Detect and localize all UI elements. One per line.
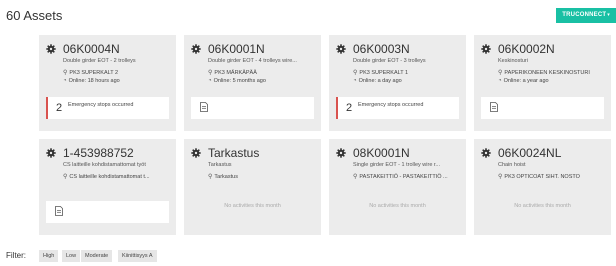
asset-location: ⚲ PK3 SUPERKALT 1 [353,69,462,76]
asset-grid: 06K0004N Double girder EOT - 2 trolleys … [39,35,616,237]
wifi-signal-icon: ◔ [63,78,67,84]
asset-card[interactable]: 08K0001N Single girder EOT - 1 trolley w… [329,139,466,235]
activity-alert[interactable]: 2 Emergency stops occurred [336,97,459,119]
page-header: 60 Assets TRUCONNECT▾ [0,0,616,32]
asset-card[interactable]: Tarkastus Tarkastus ⚲ Tarkastus No activi… [184,139,321,235]
gear-icon [336,148,346,158]
asset-location-text: PK3 OPTICOAT SIHT. NOSTO [504,174,580,180]
asset-status: ◔ Online: 5 months ago [208,78,317,84]
asset-status: ◔ Online: a day ago [353,78,462,84]
asset-card[interactable]: 06K0024NL Chain hoist ⚲ PK3 OPTICOAT SIHT… [474,139,611,235]
asset-location: ⚲ PK3 SUPERKALT 2 [63,69,172,76]
document-icon [55,206,63,216]
asset-card[interactable]: 06K0003N Double girder EOT - 3 trolleys … [329,35,466,131]
asset-card[interactable]: 06K0001N Double girder EOT - 4 trolleys … [184,35,321,131]
asset-status-text: Online: a year ago [503,78,549,84]
filter-chip-low[interactable]: Low [62,250,81,262]
asset-location-text: CS laitteille kohdistamattomat t... [69,174,150,180]
map-pin-icon: ⚲ [353,70,358,76]
asset-code: 06K0004N [63,42,120,56]
asset-code: 08K0001N [353,146,410,160]
asset-location-text: Tarkastus [214,174,238,180]
asset-description: Double girder EOT - 3 trolleys [353,58,426,64]
map-pin-icon: ⚲ [208,174,213,180]
map-pin-icon: ⚲ [353,174,358,180]
wifi-signal-icon: ◔ [498,78,502,84]
asset-code: 06K0003N [353,42,410,56]
asset-description: CS laitteille kohdistamattomat työt [63,162,146,168]
activity-report[interactable] [46,201,169,223]
no-activities-text: No activities this month [369,203,426,209]
asset-location-text: PK3 MÄRKÄPÄÄ [214,70,257,76]
wifi-signal-icon: ◔ [208,78,212,84]
asset-description: Single girder EOT - 1 trolley wire r... [353,162,441,168]
asset-location-text: PK3 SUPERKALT 1 [359,70,409,76]
alert-count: 2 [56,102,63,114]
map-pin-icon: ⚲ [208,70,213,76]
asset-status: ◔ Online: 18 hours ago [63,78,172,84]
asset-description: Tarkastus [208,162,232,168]
activity-report[interactable] [191,97,314,119]
alert-message: Emergency stops occurred [68,102,134,108]
asset-code: 06K0024NL [498,146,562,160]
alert-message: Emergency stops occurred [358,102,424,108]
gear-icon [481,148,491,158]
document-icon [200,102,208,112]
no-activities-text: No activities this month [514,203,571,209]
filter-chip-kiinittisyys[interactable]: Kiinittisyys A [118,250,157,262]
gear-icon [191,44,201,54]
asset-code: 06K0002N [498,42,555,56]
wifi-signal-icon: ◔ [353,78,357,84]
gear-icon [191,148,201,158]
asset-status: ◔ Online: a year ago [498,78,607,84]
document-icon [490,102,498,112]
gear-icon [46,148,56,158]
asset-code: Tarkastus [208,146,260,160]
map-pin-icon: ⚲ [498,70,503,76]
asset-status-text: Online: 18 hours ago [68,78,120,84]
asset-description: Double girder EOT - 2 trolleys [63,58,136,64]
gear-icon [481,44,491,54]
page-title: 60 Assets [6,8,63,23]
filter-chip-high[interactable]: High [39,250,59,262]
gear-icon [46,44,56,54]
filter-label: Filter: [6,251,26,260]
alert-count: 2 [346,102,353,114]
map-pin-icon: ⚲ [63,174,68,180]
gear-icon [336,44,346,54]
filter-chip-moderate[interactable]: Moderate [81,250,113,262]
chevron-down-icon: ▾ [607,12,610,18]
asset-status-text: Online: a day ago [358,78,402,84]
asset-card[interactable]: 06K0002N Keskinosturi ⚲ PAPERIKONEEN KESK… [474,35,611,131]
map-pin-icon: ⚲ [498,174,503,180]
activity-report[interactable] [481,97,604,119]
filter-bar: Filter: High Low Moderate Kiinittisyys A [0,246,616,266]
asset-location-text: PASTAKEITTIÖ - PASTAKEITTIÖ ... [359,174,448,180]
asset-location: ⚲ PAPERIKONEEN KESKINOSTURI [498,69,607,76]
asset-code: 06K0001N [208,42,265,56]
truconnect-button[interactable]: TRUCONNECT▾ [556,8,616,23]
asset-description: Double girder EOT - 4 trolleys wire... [208,58,297,64]
asset-card[interactable]: 1-453988752 CS laitteille kohdistamattom… [39,139,176,235]
activity-alert[interactable]: 2 Emergency stops occurred [46,97,169,119]
asset-status-text: Online: 5 months ago [213,78,266,84]
asset-location: ⚲ Tarkastus [208,173,317,180]
asset-description: Chain hoist [498,162,526,168]
asset-location: ⚲ CS laitteille kohdistamattomat t... [63,173,172,180]
asset-card[interactable]: 06K0004N Double girder EOT - 2 trolleys … [39,35,176,131]
map-pin-icon: ⚲ [63,70,68,76]
asset-location-text: PAPERIKONEEN KESKINOSTURI [504,70,590,76]
no-activities-text: No activities this month [224,203,281,209]
asset-location: ⚲ PK3 OPTICOAT SIHT. NOSTO [498,173,607,180]
asset-code: 1-453988752 [63,146,134,160]
asset-location-text: PK3 SUPERKALT 2 [69,70,119,76]
asset-location: ⚲ PASTAKEITTIÖ - PASTAKEITTIÖ ... [353,173,462,180]
truconnect-label: TRUCONNECT [562,12,607,18]
asset-location: ⚲ PK3 MÄRKÄPÄÄ [208,69,317,76]
asset-description: Keskinosturi [498,58,528,64]
